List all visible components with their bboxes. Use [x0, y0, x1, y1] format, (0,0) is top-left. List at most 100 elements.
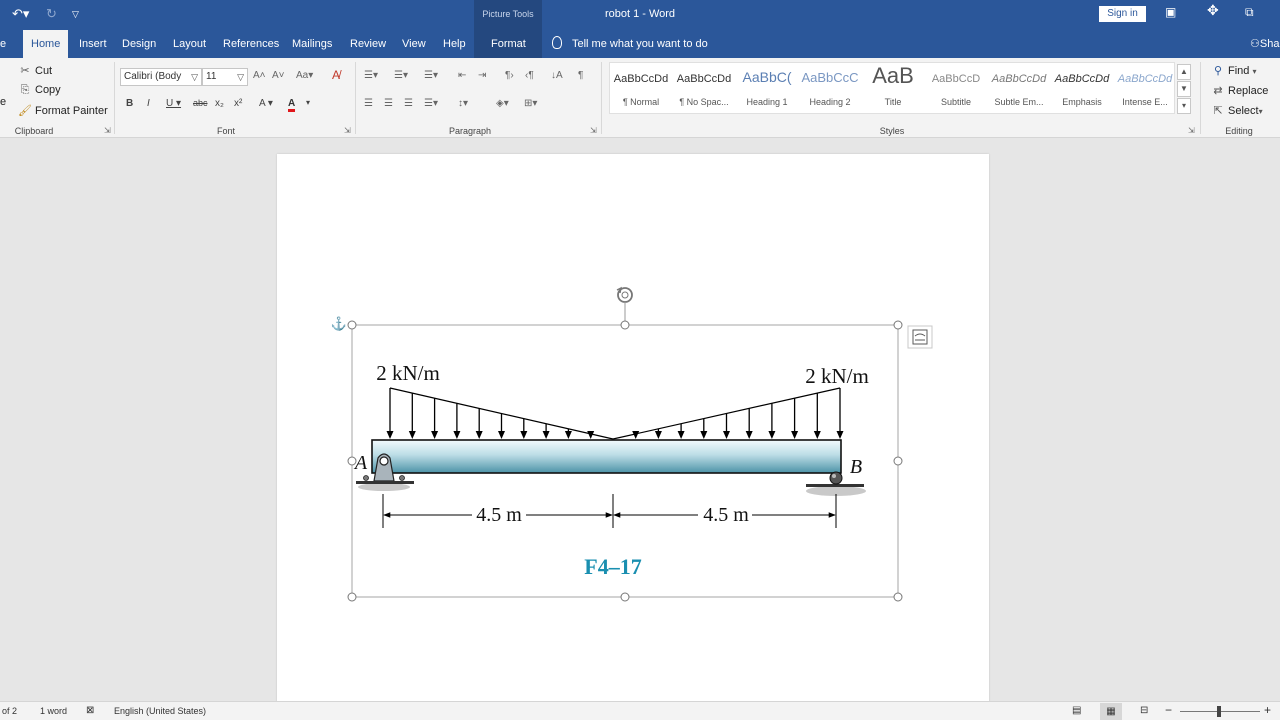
tab-layout[interactable]: Layout: [173, 30, 206, 58]
show-marks-icon[interactable]: ¶: [578, 70, 583, 81]
tab-mailings[interactable]: Mailings: [292, 30, 332, 58]
language[interactable]: English (United States): [114, 706, 206, 716]
ribbon-tab-bar: e Home Insert Design Layout References M…: [0, 30, 1280, 58]
style-sample: AaBbCcDd: [613, 73, 669, 85]
borders-icon[interactable]: ⊞▾: [524, 98, 537, 109]
numbering-icon[interactable]: ☰▾: [394, 70, 408, 81]
rtl-icon[interactable]: ‹¶: [525, 70, 534, 81]
web-layout-icon[interactable]: ⊟: [1140, 705, 1148, 716]
paste-button-partial[interactable]: e: [0, 96, 6, 108]
grow-font-icon[interactable]: A˄: [253, 70, 266, 81]
style-no-spacing[interactable]: AaBbCcDd ¶ No Spac...: [673, 63, 735, 113]
copy-button[interactable]: ⎘ Copy: [18, 84, 61, 97]
line-spacing-icon[interactable]: ↕▾: [458, 98, 468, 109]
style-sample: AaBbCcDd: [1054, 73, 1110, 85]
style-emphasis[interactable]: AaBbCcDd Emphasis: [1051, 63, 1113, 113]
change-case-icon[interactable]: Aa▾: [296, 70, 313, 81]
underline-icon[interactable]: U ▾: [166, 98, 181, 109]
chevron-down-icon[interactable]: ▾: [306, 98, 310, 107]
clipboard-launcher-icon[interactable]: ⇲: [104, 126, 111, 135]
zoom-slider-thumb[interactable]: [1217, 706, 1221, 717]
ltr-icon[interactable]: ¶›: [505, 70, 514, 81]
align-center-icon[interactable]: ☰: [384, 98, 393, 109]
cut-button[interactable]: ✂ Cut: [18, 64, 52, 77]
gallery-more-icon[interactable]: ▾: [1177, 98, 1191, 114]
proofing-icon[interactable]: ⊠: [86, 705, 94, 716]
multilevel-list-icon[interactable]: ☰▾: [424, 70, 438, 81]
separator: [355, 62, 356, 134]
tab-home[interactable]: Home: [23, 30, 69, 58]
font-name-box[interactable]: Calibri (Body ▽: [120, 68, 202, 86]
layout-options-icon[interactable]: [907, 325, 933, 349]
justify-icon[interactable]: ☰▾: [424, 98, 438, 109]
tab-design[interactable]: Design: [122, 30, 156, 58]
paragraph-launcher-icon[interactable]: ⇲: [590, 126, 597, 135]
ribbon-display-options-icon[interactable]: ▣: [1165, 5, 1176, 19]
page-count[interactable]: of 2: [2, 706, 17, 716]
increase-indent-icon[interactable]: ⇥: [478, 70, 486, 81]
load-arrowhead: [654, 431, 662, 439]
share-button[interactable]: ⚇Sha: [1250, 30, 1279, 58]
style-heading-2[interactable]: AaBbCcC Heading 2: [799, 63, 861, 113]
align-right-icon[interactable]: ☰: [404, 98, 413, 109]
styles-group-label: Styles: [879, 126, 905, 136]
find-button[interactable]: ⚲ Find ▾: [1211, 64, 1257, 77]
font-launcher-icon[interactable]: ⇲: [344, 126, 351, 135]
restore-window-icon[interactable]: ⧉: [1245, 5, 1254, 20]
clear-formatting-icon[interactable]: A̸: [332, 68, 340, 82]
style-sample: AaBbCcC: [801, 70, 859, 85]
load-label-right: 2 kN/m: [805, 364, 869, 388]
style-title[interactable]: AaB Title: [862, 63, 924, 113]
tab-references[interactable]: References: [223, 30, 279, 58]
tab-file-partial[interactable]: e: [0, 30, 6, 58]
style-name: Heading 2: [809, 97, 851, 107]
read-mode-icon[interactable]: ▤: [1072, 705, 1081, 716]
sign-in-button[interactable]: Sign in: [1099, 6, 1146, 22]
style-sample: AaBbC(: [742, 69, 792, 85]
zoom-out-icon[interactable]: −: [1165, 703, 1172, 717]
tab-view[interactable]: View: [402, 30, 426, 58]
gallery-down-icon[interactable]: ▼: [1177, 81, 1191, 97]
tab-format[interactable]: Format: [491, 30, 526, 58]
font-color-icon[interactable]: A: [288, 98, 296, 112]
style-normal[interactable]: AaBbCcDd ¶ Normal: [610, 63, 672, 113]
document-title: robot 1 - Word: [604, 8, 676, 20]
italic-icon[interactable]: I: [147, 98, 150, 109]
zoom-in-icon[interactable]: +: [1264, 703, 1271, 717]
word-count[interactable]: 1 word: [40, 706, 67, 716]
align-left-icon[interactable]: ☰: [364, 98, 373, 109]
document-page[interactable]: ⚓ 2 kN/m 2 kN/m A B 4.5 m 4.5 m F4–17: [277, 154, 989, 714]
styles-launcher-icon[interactable]: ⇲: [1188, 126, 1195, 135]
superscript-icon[interactable]: x²: [234, 98, 242, 109]
tab-review[interactable]: Review: [350, 30, 386, 58]
print-layout-icon[interactable]: ▦: [1100, 703, 1122, 720]
subscript-icon[interactable]: x₂: [215, 98, 224, 109]
clipboard-group-label: Clipboard: [14, 126, 54, 136]
style-heading-1[interactable]: AaBbC(Heading 1: [736, 63, 798, 113]
style-subtle-emphasis[interactable]: AaBbCcDd Subtle Em...: [988, 63, 1050, 113]
tab-insert[interactable]: Insert: [79, 30, 107, 58]
shading-icon[interactable]: ◈▾: [496, 98, 509, 109]
font-size-box[interactable]: 11 ▽: [202, 68, 248, 86]
rotate-handle-icon[interactable]: [616, 286, 633, 303]
tab-help[interactable]: Help: [443, 30, 466, 58]
tell-me-search[interactable]: Tell me what you want to do: [552, 30, 708, 58]
text-effects-icon[interactable]: A ▾: [259, 98, 273, 109]
load-arrowhead: [386, 431, 394, 439]
select-button[interactable]: ⇱ Select▾: [1211, 104, 1262, 117]
shrink-font-icon[interactable]: A˅: [272, 70, 285, 81]
distributed-load: [386, 388, 844, 439]
status-bar: of 2 1 word ⊠ English (United States) ▤ …: [0, 701, 1280, 720]
title-bar: ↶▾ ↻ ▽ Picture Tools robot 1 - Word Sign…: [0, 0, 1280, 30]
strikethrough-icon[interactable]: abc: [193, 98, 208, 108]
gallery-up-icon[interactable]: ▲: [1177, 64, 1191, 80]
replace-button[interactable]: ⇄ Replace: [1211, 84, 1268, 97]
separator: [601, 62, 602, 134]
sort-icon[interactable]: ↓A: [551, 70, 563, 81]
format-painter-button[interactable]: 🖌 Format Painter: [18, 104, 108, 117]
bold-icon[interactable]: B: [126, 98, 133, 109]
decrease-indent-icon[interactable]: ⇤: [458, 70, 466, 81]
bullets-icon[interactable]: ☰▾: [364, 70, 378, 81]
style-subtitle[interactable]: AaBbCcD Subtitle: [925, 63, 987, 113]
style-intense-emphasis[interactable]: AaBbCcDd Intense E...: [1114, 63, 1176, 113]
